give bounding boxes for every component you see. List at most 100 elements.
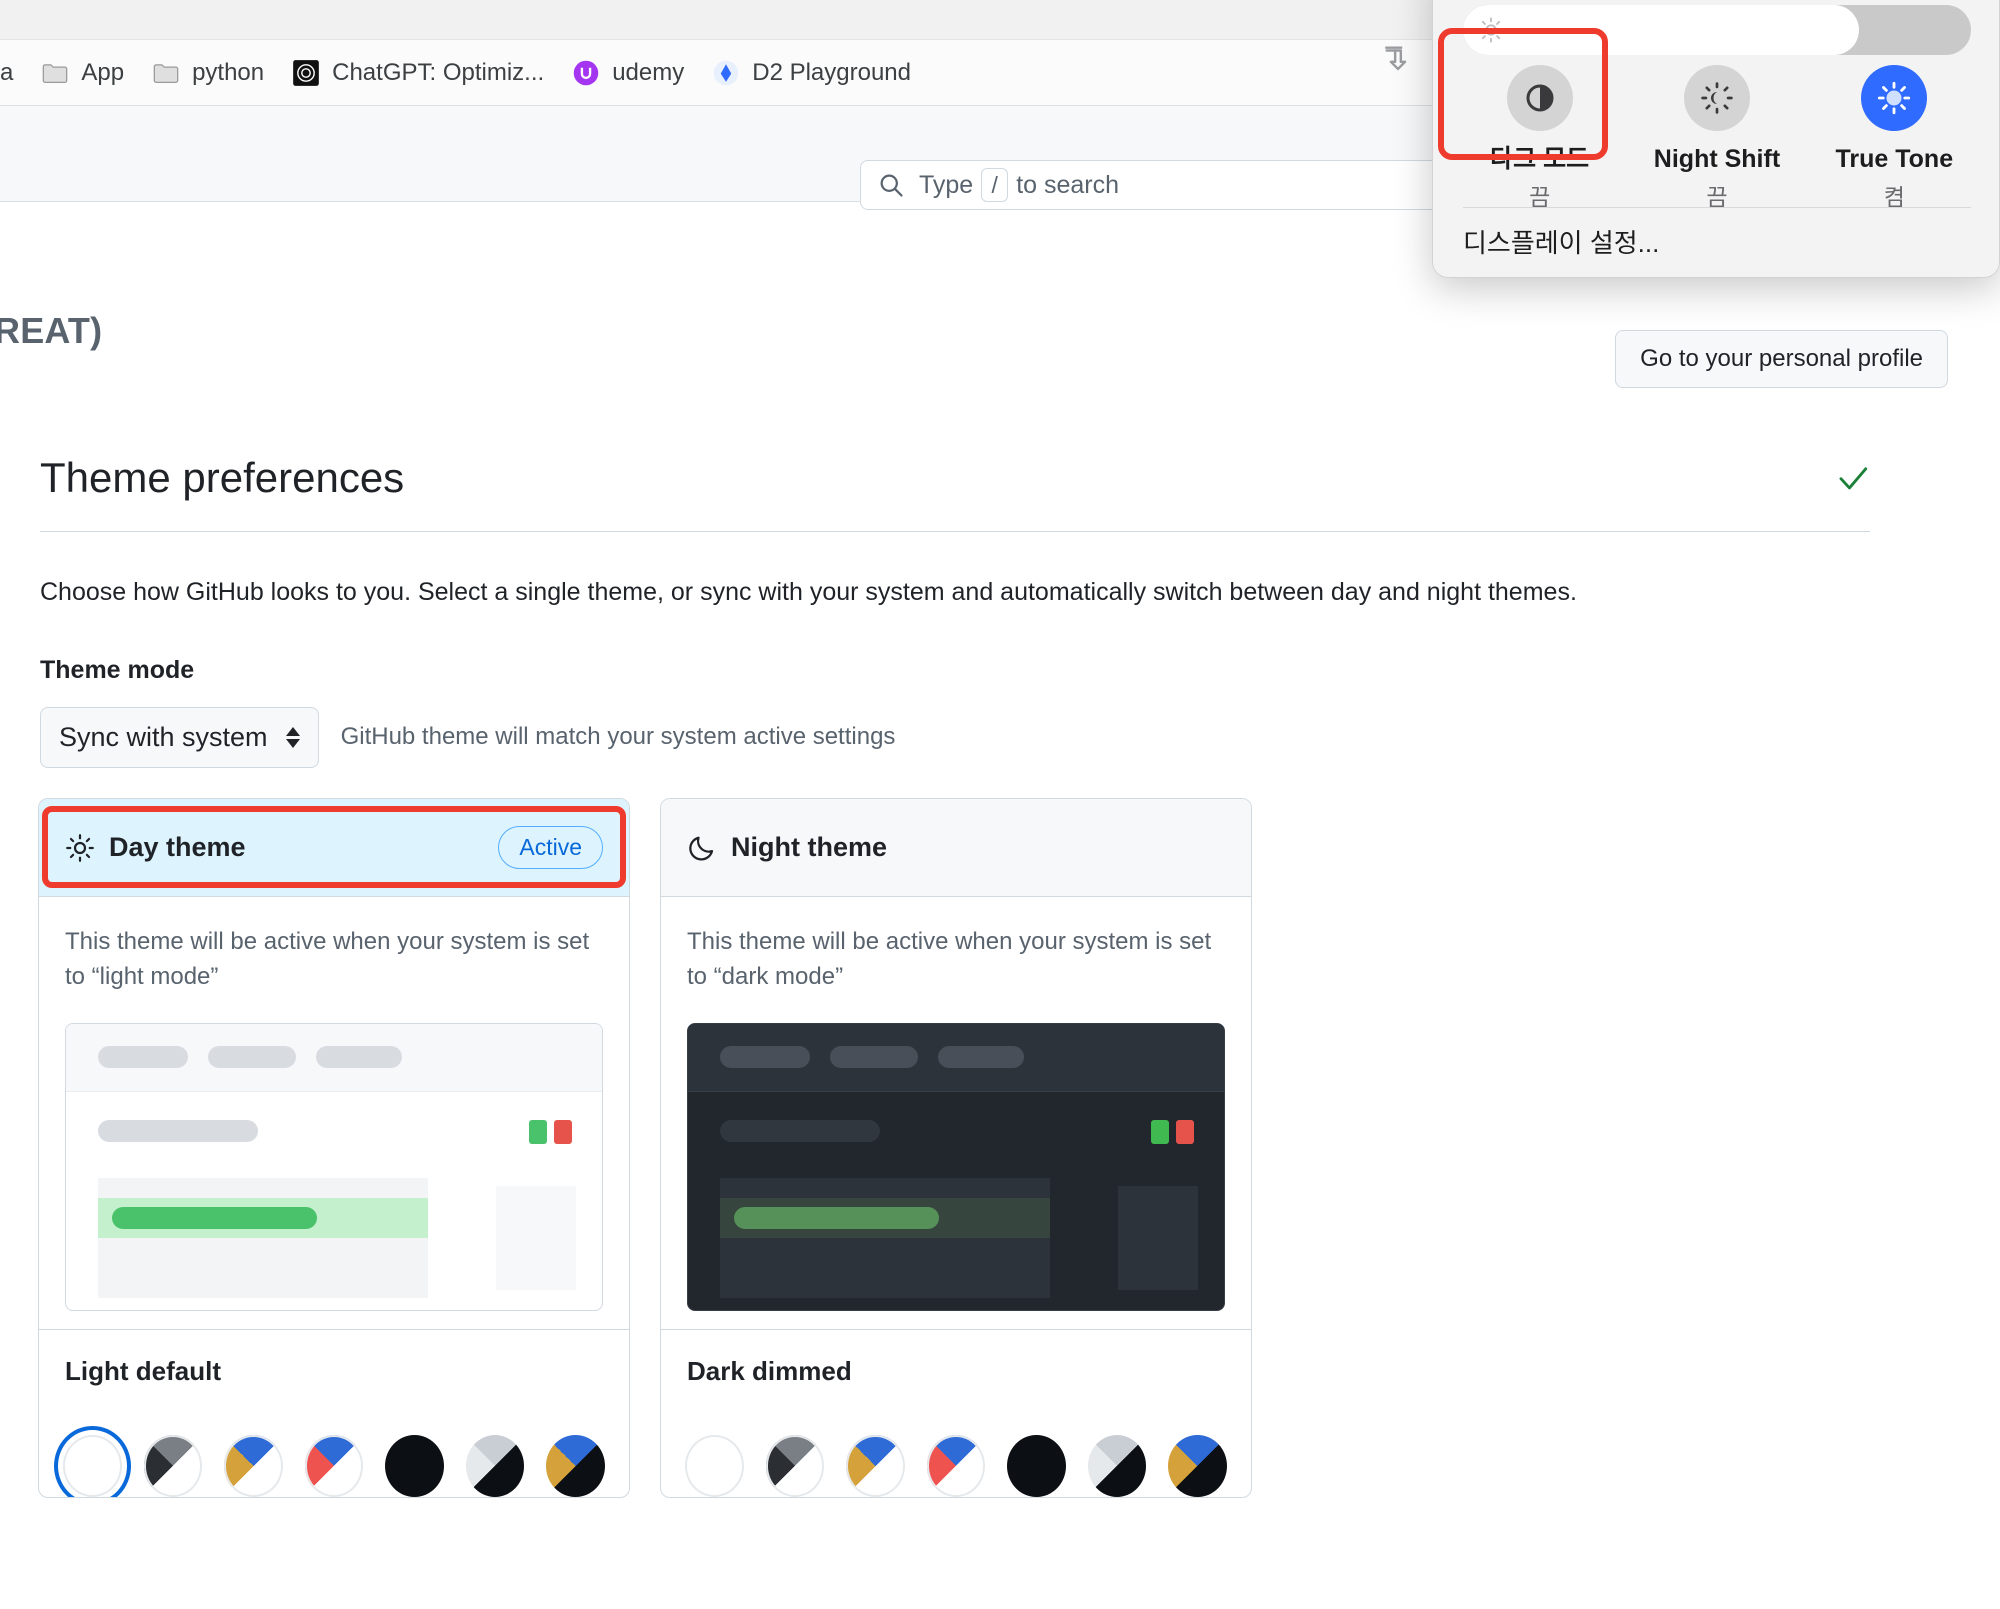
true-tone-icon [1861, 65, 1928, 131]
bookmark-item-chatgpt[interactable]: ChatGPT: Optimiz... [278, 53, 558, 93]
download-icon[interactable] [1381, 42, 1415, 76]
preview-sidebar [1118, 1185, 1198, 1290]
udemy-icon [573, 60, 599, 85]
swatch-light-default[interactable] [685, 1434, 744, 1497]
section-description: Choose how GitHub looks to you. Select a… [40, 578, 1577, 607]
swatch-light-colorblind[interactable] [846, 1434, 905, 1497]
d2-icon [713, 60, 739, 85]
bookmark-item-udemy[interactable]: udemy [558, 53, 698, 93]
swatch-dark-colorblind[interactable] [1168, 1434, 1228, 1497]
light-theme-preview [65, 1022, 603, 1311]
preview-status-dots [1151, 1119, 1194, 1144]
preview-pill [720, 1046, 810, 1069]
control-center-display-popover: 다크 모드 끔 Night Shift 끔 True Tone 켬 디스플레이 … [1432, 0, 2000, 278]
day-theme-card-header[interactable]: Day theme Active [39, 799, 629, 897]
swatch-light-high-contrast[interactable] [143, 1434, 203, 1497]
swatch-dark-colorblind[interactable] [546, 1434, 606, 1497]
night-theme-title: Night theme [731, 832, 888, 862]
bookmark-label: App [81, 58, 125, 86]
search-placeholder-suffix: to search [1016, 170, 1120, 199]
check-icon [1839, 467, 1868, 490]
preview-pill [98, 1046, 188, 1069]
status-badge: Active [498, 826, 603, 869]
bookmark-item-app[interactable]: App [27, 53, 138, 93]
page-title: REAT) [0, 310, 103, 351]
search-icon [880, 174, 903, 197]
preview-topbar [66, 1023, 602, 1092]
swatch-dark-high-contrast[interactable] [1087, 1434, 1147, 1497]
preview-title-bar [720, 1119, 880, 1142]
bookmark-label: python [192, 58, 265, 86]
preview-pill [316, 1046, 402, 1069]
section-header: Theme preferences [40, 454, 1870, 533]
preview-diff-panel [720, 1177, 1051, 1298]
folder-icon [153, 63, 179, 83]
theme-mode-select[interactable]: Sync with system [40, 706, 319, 768]
preview-diff-panel [98, 1177, 429, 1298]
night-theme-description: This theme will be active when your syst… [687, 928, 1212, 990]
swatch-light-tritanopia[interactable] [304, 1434, 364, 1497]
night-theme-preview-wrap [661, 1005, 1251, 1311]
swatch-light-tritanopia[interactable] [926, 1434, 986, 1497]
search-placeholder: Type / to search [919, 168, 1119, 202]
preview-body [66, 1092, 602, 1310]
preview-topbar [688, 1023, 1224, 1092]
theme-mode-label: Theme mode [40, 655, 195, 684]
day-theme-title: Day theme [109, 832, 246, 862]
night-theme-name: Dark dimmed [661, 1328, 1251, 1413]
preview-dot-green [529, 1119, 547, 1144]
theme-mode-value: Sync with system [59, 721, 268, 752]
swatch-light-high-contrast[interactable] [765, 1434, 825, 1497]
dark-theme-preview [687, 1022, 1225, 1311]
night-theme-card-header[interactable]: Night theme [661, 799, 1251, 897]
swatch-dark-default[interactable] [385, 1434, 444, 1497]
theme-cards: Day theme Active This theme will be acti… [38, 798, 1252, 1498]
true-tone-label: True Tone [1835, 145, 1954, 173]
folder-icon [43, 63, 68, 83]
night-theme-card[interactable]: Night theme This theme will be active wh… [660, 798, 1252, 1498]
bookmark-item-d2-playground[interactable]: D2 Playground [698, 53, 925, 93]
preview-diff-bar [112, 1206, 317, 1229]
night-shift-icon [1683, 65, 1750, 131]
preview-pill [830, 1046, 918, 1069]
swatch-dark-high-contrast[interactable] [465, 1434, 525, 1497]
night-theme-swatches [661, 1413, 1251, 1497]
display-settings-link[interactable]: 디스플레이 설정... [1463, 223, 1659, 260]
search-placeholder-prefix: Type [919, 170, 974, 199]
chatgpt-icon [293, 59, 319, 86]
day-theme-swatches [39, 1413, 629, 1497]
theme-preferences-section: Theme preferences Choose how GitHub look… [40, 454, 1870, 768]
bookmark-item-a[interactable]: a [0, 53, 27, 93]
preview-status-dots [529, 1119, 572, 1144]
swatch-light-colorblind[interactable] [224, 1434, 283, 1497]
moon-icon [689, 836, 714, 860]
day-theme-name: Light default [39, 1328, 629, 1413]
true-tone-tile[interactable]: True Tone 켬 [1814, 51, 1974, 224]
swatch-dark-default[interactable] [1007, 1434, 1066, 1497]
bookmark-item-python[interactable]: python [138, 53, 278, 93]
night-shift-tile[interactable]: Night Shift 끔 [1637, 51, 1797, 224]
chevron-updown-icon [285, 726, 300, 748]
popover-divider [1463, 207, 1971, 208]
bookmark-label: udemy [612, 58, 685, 86]
swatch-light-default[interactable] [54, 1425, 131, 1497]
sun-icon [66, 833, 94, 862]
control-center-tiles: 다크 모드 끔 Night Shift 끔 True Tone 켬 [1451, 33, 1983, 224]
preview-dot-red [1176, 1119, 1194, 1144]
day-theme-preview-wrap [39, 1005, 629, 1311]
preview-pill [208, 1046, 296, 1069]
dark-mode-label: 다크 모드 [1490, 145, 1590, 173]
preview-dot-red [554, 1119, 572, 1144]
bookmark-label: ChatGPT: Optimiz... [332, 58, 545, 86]
preview-dot-green [1151, 1119, 1169, 1144]
section-title: Theme preferences [40, 454, 405, 501]
day-theme-card[interactable]: Day theme Active This theme will be acti… [38, 798, 630, 1498]
preview-title-bar [98, 1119, 258, 1142]
preview-diff-bar [734, 1206, 939, 1229]
preview-body [688, 1092, 1224, 1310]
preview-pill [938, 1046, 1024, 1069]
dark-mode-tile[interactable]: 다크 모드 끔 [1460, 51, 1620, 224]
theme-mode-hint: GitHub theme will match your system acti… [340, 723, 896, 751]
bookmark-label: D2 Playground [752, 58, 911, 86]
go-to-personal-profile-button[interactable]: Go to your personal profile [1615, 330, 1948, 388]
